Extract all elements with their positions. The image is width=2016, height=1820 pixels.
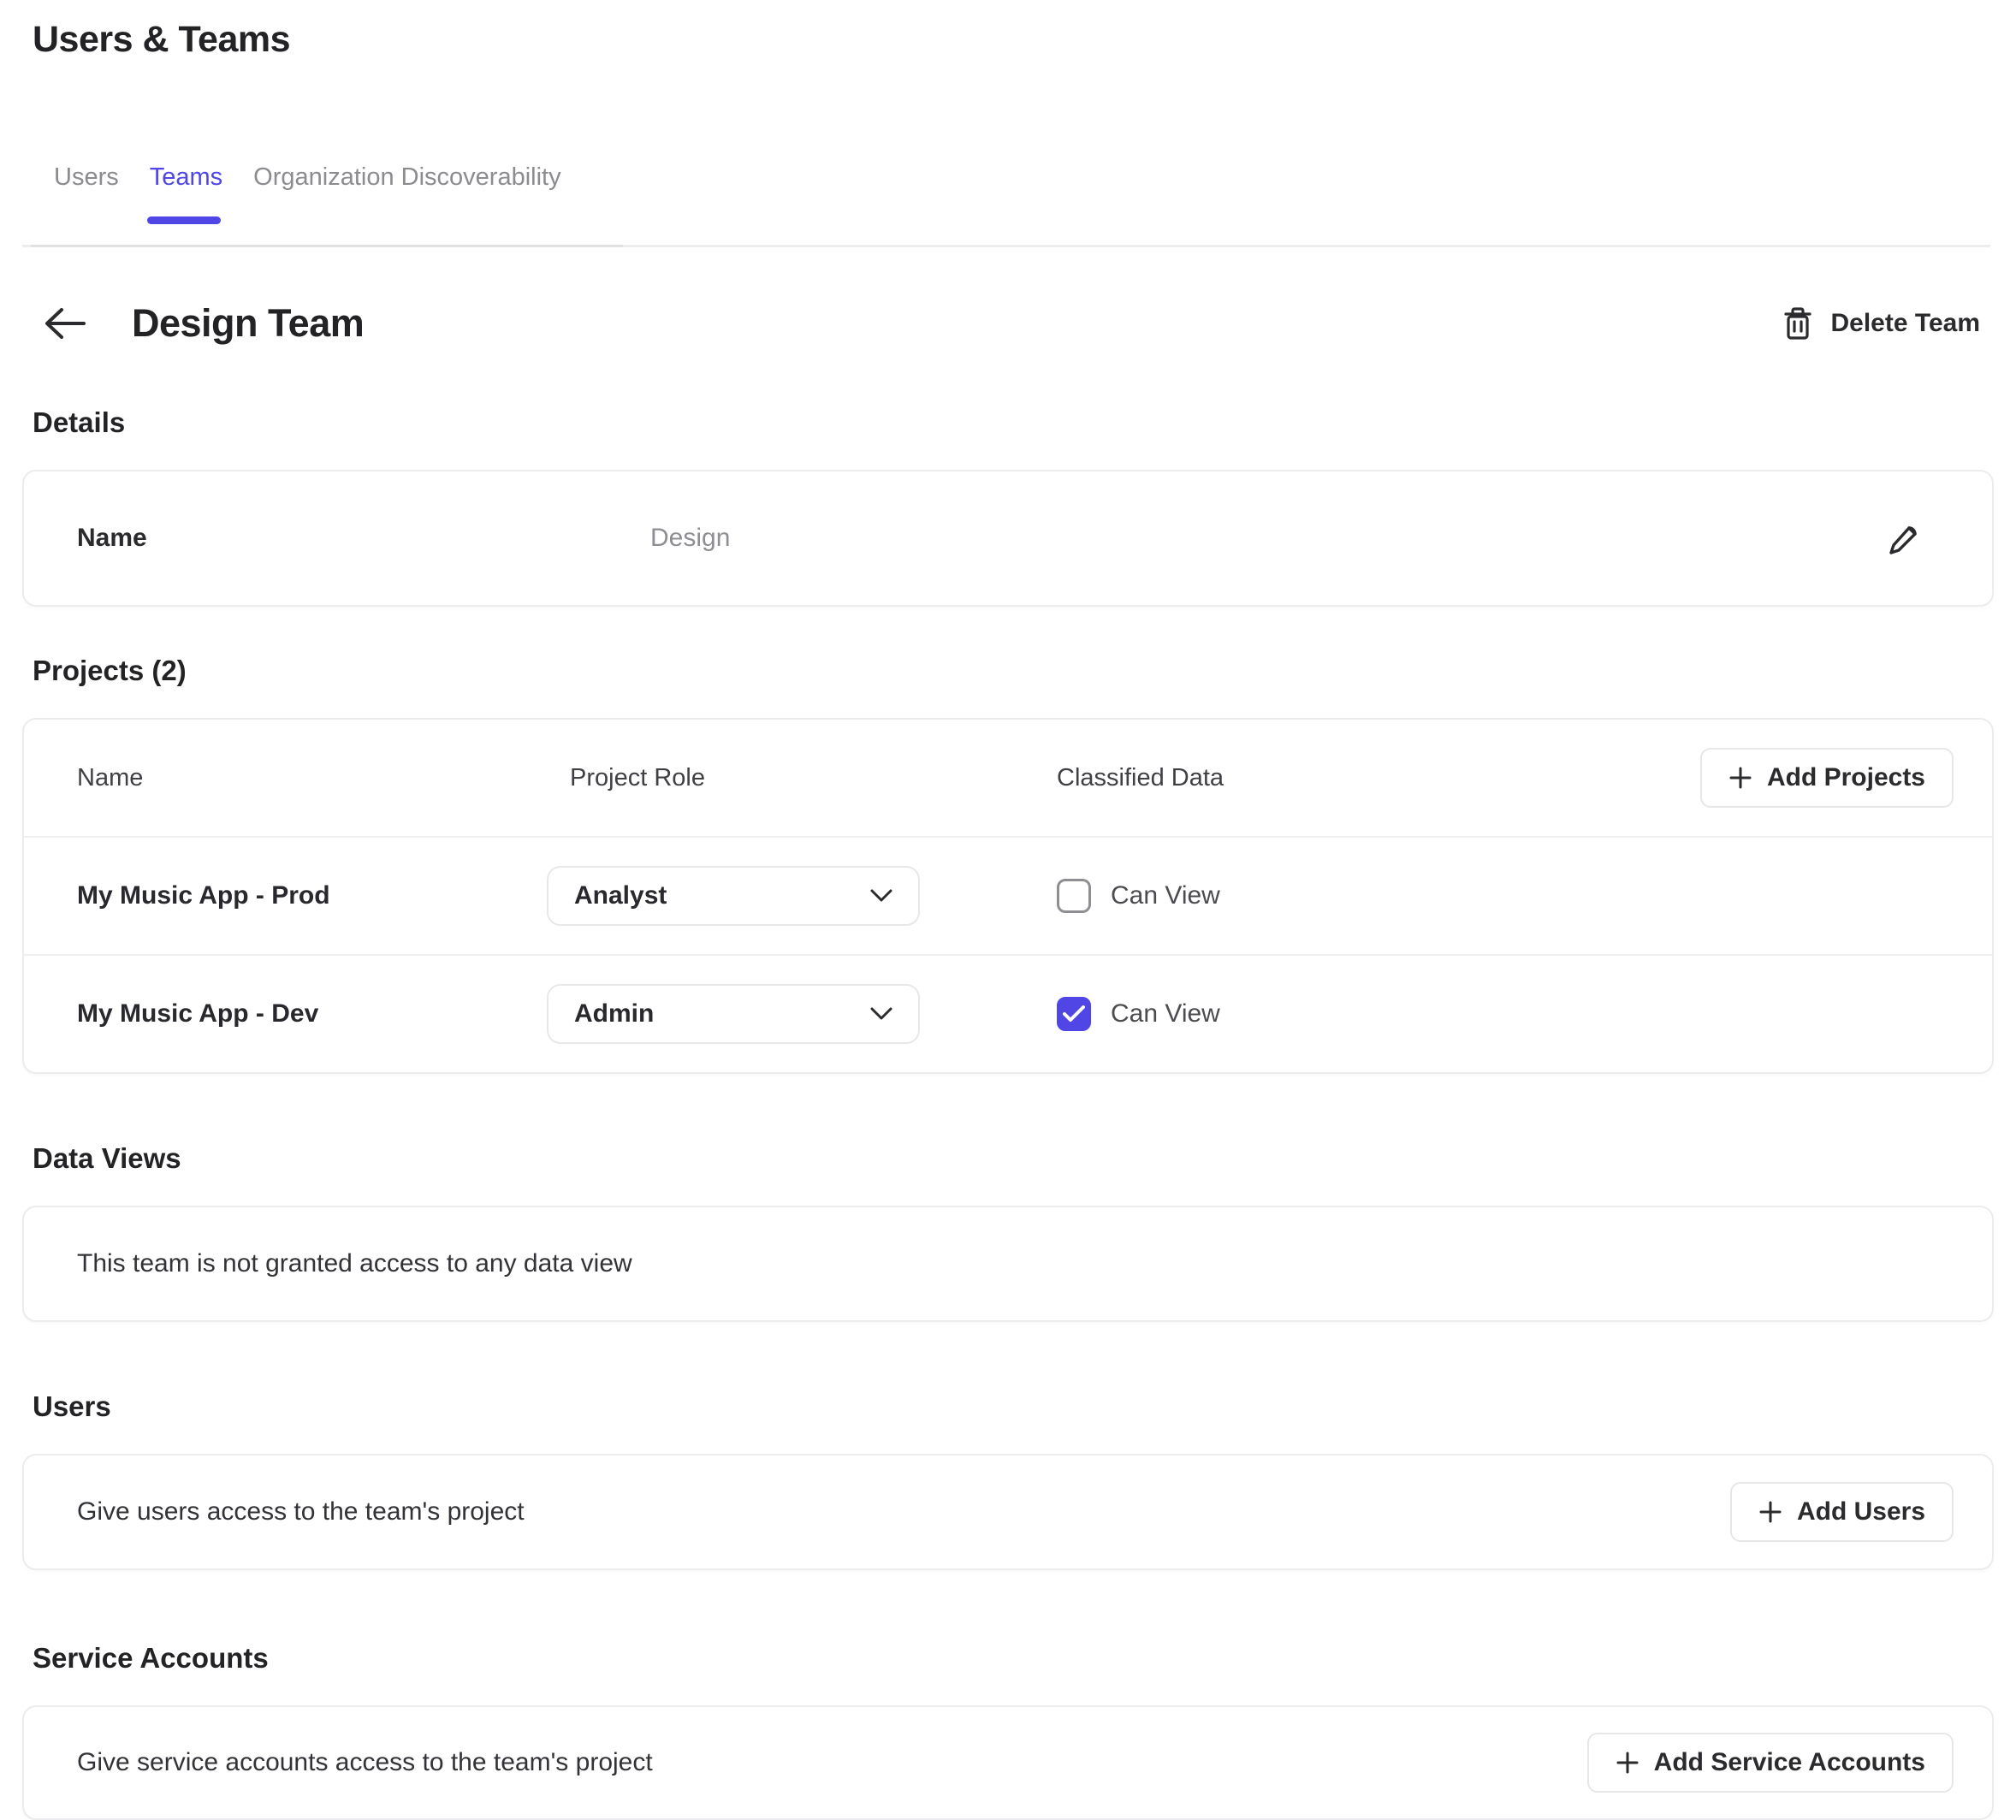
trash-icon <box>1782 306 1813 341</box>
page-title: Users & Teams <box>0 0 2016 61</box>
column-header-project-role: Project Role <box>547 764 1057 792</box>
users-teams-page: Users & Teams Users Teams Organization D… <box>0 0 2016 1814</box>
users-empty-text: Give users access to the team's project <box>77 1497 1730 1527</box>
add-projects-button[interactable]: Add Projects <box>1700 748 1954 808</box>
chevron-down-icon <box>870 1007 892 1021</box>
service-accounts-card: Give service accounts access to the team… <box>22 1705 1994 1820</box>
tab-users[interactable]: Users <box>54 163 119 200</box>
plus-icon <box>1758 1500 1782 1524</box>
projects-heading: Projects (2) <box>33 655 2016 687</box>
can-view-checkbox[interactable] <box>1057 997 1091 1031</box>
users-card: Give users access to the team's project … <box>22 1454 1994 1570</box>
can-view-label: Can View <box>1111 881 1220 910</box>
name-label: Name <box>77 524 650 553</box>
arrow-left-icon <box>43 306 87 341</box>
projects-card: Name Project Role Classified Data Add Pr… <box>22 718 1994 1074</box>
can-view-label: Can View <box>1111 999 1220 1029</box>
project-role-value: Analyst <box>574 881 667 910</box>
add-service-accounts-label: Add Service Accounts <box>1654 1748 1925 1777</box>
data-views-card: This team is not granted access to any d… <box>22 1206 1994 1322</box>
projects-table-header: Name Project Role Classified Data Add Pr… <box>24 720 1992 836</box>
column-header-classified-data: Classified Data <box>1057 764 1700 792</box>
add-users-button[interactable]: Add Users <box>1730 1482 1954 1542</box>
tab-bar-divider <box>22 245 1990 247</box>
plus-icon <box>1616 1751 1639 1775</box>
column-header-name: Name <box>77 764 547 792</box>
add-projects-label: Add Projects <box>1767 763 1925 792</box>
service-accounts-heading: Service Accounts <box>33 1642 2016 1675</box>
plus-icon <box>1728 766 1752 790</box>
users-heading: Users <box>33 1390 2016 1423</box>
project-name: My Music App - Dev <box>77 999 547 1029</box>
delete-team-button[interactable]: Delete Team <box>1779 299 1983 347</box>
add-service-accounts-button[interactable]: Add Service Accounts <box>1587 1733 1954 1793</box>
project-role-value: Admin <box>574 999 654 1029</box>
tab-bar: Users Teams Organization Discoverability <box>0 163 2016 200</box>
checkmark-icon <box>1063 1005 1085 1023</box>
table-row: My Music App - Prod Analyst <box>24 836 1992 954</box>
service-accounts-empty-text: Give service accounts access to the team… <box>77 1748 1587 1777</box>
back-button[interactable] <box>41 299 89 347</box>
delete-team-label: Delete Team <box>1830 309 1980 338</box>
project-role-select[interactable]: Admin <box>547 984 920 1044</box>
team-header: Design Team Delete Team <box>41 292 1983 355</box>
details-card: Name Design <box>22 470 1994 607</box>
data-views-heading: Data Views <box>33 1142 2016 1175</box>
pencil-icon <box>1887 520 1923 556</box>
name-value: Design <box>650 524 1884 553</box>
can-view-checkbox[interactable] <box>1057 879 1091 913</box>
tab-organization-discoverability[interactable]: Organization Discoverability <box>253 163 560 200</box>
add-users-label: Add Users <box>1797 1497 1925 1527</box>
project-role-select[interactable]: Analyst <box>547 866 920 926</box>
data-views-empty-text: This team is not granted access to any d… <box>77 1249 1954 1278</box>
table-row: My Music App - Dev Admin <box>24 954 1992 1072</box>
project-name: My Music App - Prod <box>77 881 547 910</box>
details-heading: Details <box>33 406 2016 439</box>
chevron-down-icon <box>870 889 892 903</box>
team-title: Design Team <box>132 301 364 346</box>
tab-teams[interactable]: Teams <box>150 163 222 200</box>
edit-name-button[interactable] <box>1884 518 1925 559</box>
